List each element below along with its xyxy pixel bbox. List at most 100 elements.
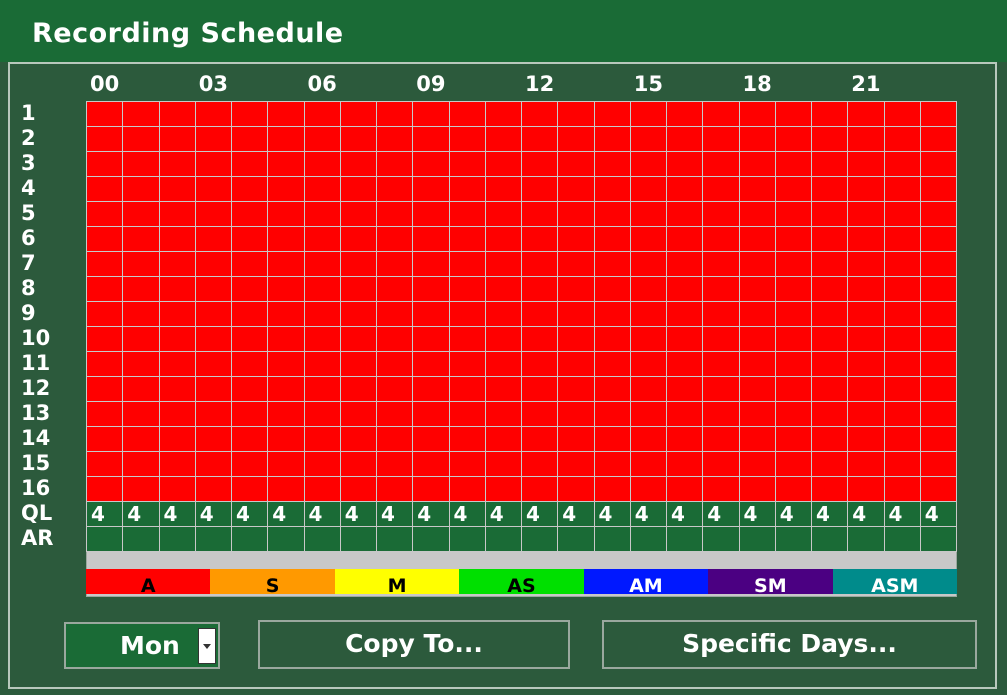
schedule-cell[interactable] xyxy=(267,101,305,127)
schedule-cell[interactable] xyxy=(484,426,522,452)
schedule-cell[interactable] xyxy=(811,351,849,377)
ar-cell[interactable] xyxy=(122,526,160,552)
schedule-cell[interactable] xyxy=(557,351,595,377)
schedule-cell[interactable] xyxy=(919,201,957,227)
schedule-cell[interactable] xyxy=(774,276,812,302)
schedule-cell[interactable] xyxy=(919,151,957,177)
schedule-cell[interactable] xyxy=(448,101,486,127)
schedule-cell[interactable] xyxy=(702,201,740,227)
schedule-cell[interactable] xyxy=(557,201,595,227)
schedule-cell[interactable] xyxy=(267,326,305,352)
schedule-cell[interactable] xyxy=(376,251,414,277)
schedule-cell[interactable] xyxy=(412,251,450,277)
schedule-cell[interactable] xyxy=(303,126,341,152)
schedule-cell[interactable] xyxy=(774,251,812,277)
schedule-cell[interactable] xyxy=(738,176,776,202)
schedule-cell[interactable] xyxy=(521,426,559,452)
schedule-cell[interactable] xyxy=(593,226,631,252)
schedule-cell[interactable] xyxy=(194,176,232,202)
schedule-cell[interactable] xyxy=(738,476,776,502)
schedule-cell[interactable] xyxy=(448,226,486,252)
schedule-cell[interactable] xyxy=(339,326,377,352)
ar-cell[interactable] xyxy=(774,526,812,552)
schedule-cell[interactable] xyxy=(412,351,450,377)
schedule-cell[interactable] xyxy=(122,476,160,502)
schedule-cell[interactable] xyxy=(919,101,957,127)
schedule-cell[interactable] xyxy=(738,376,776,402)
schedule-cell[interactable] xyxy=(811,326,849,352)
schedule-cell[interactable] xyxy=(919,451,957,477)
schedule-cell[interactable] xyxy=(231,276,269,302)
schedule-cell[interactable] xyxy=(231,376,269,402)
schedule-cell[interactable] xyxy=(448,451,486,477)
ql-cell[interactable]: 4 xyxy=(919,501,957,527)
schedule-cell[interactable] xyxy=(484,276,522,302)
schedule-cell[interactable] xyxy=(448,276,486,302)
schedule-cell[interactable] xyxy=(303,326,341,352)
ar-cell[interactable] xyxy=(412,526,450,552)
schedule-cell[interactable] xyxy=(231,101,269,127)
schedule-cell[interactable] xyxy=(484,401,522,427)
schedule-cell[interactable] xyxy=(376,426,414,452)
schedule-cell[interactable] xyxy=(593,251,631,277)
schedule-cell[interactable] xyxy=(484,151,522,177)
schedule-cell[interactable] xyxy=(666,176,704,202)
schedule-cell[interactable] xyxy=(412,226,450,252)
schedule-cell[interactable] xyxy=(86,401,124,427)
schedule-cell[interactable] xyxy=(593,151,631,177)
legend-m[interactable]: M xyxy=(334,569,460,594)
ar-cell[interactable] xyxy=(267,526,305,552)
schedule-cell[interactable] xyxy=(847,451,885,477)
schedule-cell[interactable] xyxy=(231,251,269,277)
schedule-cell[interactable] xyxy=(702,426,740,452)
schedule-cell[interactable] xyxy=(557,301,595,327)
schedule-cell[interactable] xyxy=(303,351,341,377)
schedule-cell[interactable] xyxy=(376,176,414,202)
schedule-cell[interactable] xyxy=(557,276,595,302)
schedule-cell[interactable] xyxy=(267,151,305,177)
schedule-cell[interactable] xyxy=(267,251,305,277)
schedule-cell[interactable] xyxy=(883,226,921,252)
schedule-cell[interactable] xyxy=(122,201,160,227)
legend-asm[interactable]: ASM xyxy=(832,569,957,594)
schedule-cell[interactable] xyxy=(484,376,522,402)
schedule-cell[interactable] xyxy=(557,376,595,402)
schedule-cell[interactable] xyxy=(521,276,559,302)
schedule-cell[interactable] xyxy=(811,226,849,252)
schedule-cell[interactable] xyxy=(629,201,667,227)
schedule-cell[interactable] xyxy=(303,476,341,502)
schedule-cell[interactable] xyxy=(412,401,450,427)
schedule-cell[interactable] xyxy=(919,326,957,352)
schedule-cell[interactable] xyxy=(666,451,704,477)
schedule-cell[interactable] xyxy=(629,326,667,352)
schedule-cell[interactable] xyxy=(448,176,486,202)
schedule-cell[interactable] xyxy=(122,251,160,277)
ar-cell[interactable] xyxy=(883,526,921,552)
legend-a[interactable]: A xyxy=(86,569,211,594)
schedule-cell[interactable] xyxy=(303,376,341,402)
schedule-cell[interactable] xyxy=(883,351,921,377)
schedule-cell[interactable] xyxy=(774,301,812,327)
schedule-cell[interactable] xyxy=(557,151,595,177)
schedule-cell[interactable] xyxy=(376,301,414,327)
schedule-cell[interactable] xyxy=(774,126,812,152)
schedule-grid[interactable]: 444444444444444444444444 xyxy=(86,101,957,597)
schedule-cell[interactable] xyxy=(811,401,849,427)
schedule-cell[interactable] xyxy=(231,476,269,502)
schedule-cell[interactable] xyxy=(629,476,667,502)
schedule-cell[interactable] xyxy=(376,226,414,252)
schedule-cell[interactable] xyxy=(811,251,849,277)
schedule-cell[interactable] xyxy=(86,251,124,277)
schedule-cell[interactable] xyxy=(557,401,595,427)
schedule-cell[interactable] xyxy=(702,276,740,302)
schedule-cell[interactable] xyxy=(666,126,704,152)
schedule-cell[interactable] xyxy=(339,401,377,427)
schedule-cell[interactable] xyxy=(231,451,269,477)
schedule-cell[interactable] xyxy=(666,276,704,302)
schedule-cell[interactable] xyxy=(158,426,196,452)
schedule-cell[interactable] xyxy=(412,151,450,177)
schedule-cell[interactable] xyxy=(774,476,812,502)
schedule-cell[interactable] xyxy=(521,201,559,227)
ar-cell[interactable] xyxy=(86,526,124,552)
ql-cell[interactable]: 4 xyxy=(774,501,812,527)
